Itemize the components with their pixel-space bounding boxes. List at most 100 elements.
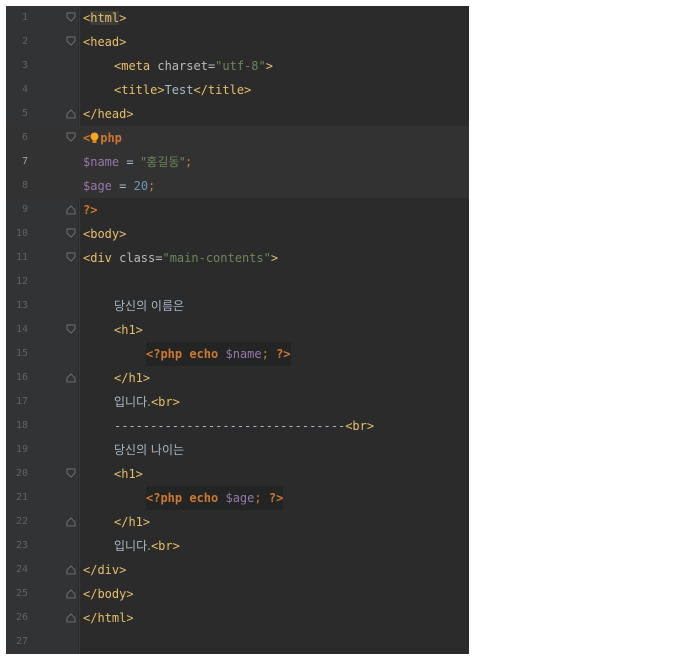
line-number: 16 bbox=[15, 372, 28, 383]
line-number: 22 bbox=[15, 516, 28, 527]
php-close-tag: ?> bbox=[268, 491, 284, 505]
plain-text: 입니다. bbox=[114, 395, 151, 409]
plain-text: 당신의 이름은 bbox=[114, 299, 185, 313]
tag-bracket: > bbox=[265, 59, 273, 73]
code-line-15[interactable]: 15 <?php echo $name; ?> bbox=[6, 342, 469, 366]
tag-bracket: > bbox=[119, 11, 127, 25]
code-line-18[interactable]: 18 --------------------------------<br> bbox=[6, 414, 469, 438]
fold-open-icon[interactable] bbox=[66, 228, 76, 239]
line-number: 3 bbox=[21, 60, 28, 71]
attr-name: class bbox=[119, 251, 156, 265]
div-close-tag: </div> bbox=[83, 563, 127, 577]
code-line-14[interactable]: 14 <h1> bbox=[6, 318, 469, 342]
code-line-21[interactable]: 21 <?php echo $age; ?> bbox=[6, 486, 469, 510]
fold-open-icon[interactable] bbox=[66, 324, 76, 335]
code-line-1[interactable]: 1 <html> bbox=[6, 6, 469, 30]
h1-open-tag: <h1> bbox=[114, 467, 143, 481]
code-line-12[interactable]: 12 bbox=[6, 270, 469, 294]
fold-open-icon[interactable] bbox=[66, 132, 76, 143]
code-line-22[interactable]: 22 </h1> bbox=[6, 510, 469, 534]
semicolon: ; bbox=[254, 491, 269, 505]
line-number: 5 bbox=[21, 108, 28, 119]
fold-close-icon[interactable] bbox=[66, 612, 76, 623]
line-number: 10 bbox=[15, 228, 28, 239]
code-line-13[interactable]: 13 당신의 이름은 bbox=[6, 294, 469, 318]
code-line-9[interactable]: 9 ?> bbox=[6, 198, 469, 222]
fold-close-icon[interactable] bbox=[66, 108, 76, 119]
fold-close-icon[interactable] bbox=[66, 588, 76, 599]
variable-name: $name bbox=[225, 347, 262, 361]
echo-keyword: echo bbox=[182, 347, 226, 361]
line-number: 14 bbox=[15, 324, 28, 335]
code-line-4[interactable]: 4 <title>Test</title> bbox=[6, 78, 469, 102]
body-open-tag: <body> bbox=[83, 227, 127, 241]
code-line-20[interactable]: 20 <h1> bbox=[6, 462, 469, 486]
fold-close-icon[interactable] bbox=[66, 564, 76, 575]
line-number: 2 bbox=[21, 36, 28, 47]
line-number: 13 bbox=[15, 300, 28, 311]
fold-open-icon[interactable] bbox=[66, 36, 76, 47]
h1-close-tag: </h1> bbox=[114, 515, 151, 529]
assign-operator: = bbox=[119, 155, 141, 169]
title-open-tag: <title> bbox=[114, 83, 165, 97]
code-line-17[interactable]: 17 입니다.<br> bbox=[6, 390, 469, 414]
code-line-19[interactable]: 19 당신의 나이는 bbox=[6, 438, 469, 462]
line-number: 4 bbox=[21, 84, 28, 95]
line-number: 20 bbox=[15, 468, 28, 479]
tag-bracket: > bbox=[270, 251, 279, 265]
code-line-7[interactable]: 7 $name = "홍길동"; bbox=[6, 150, 469, 174]
code-line-23[interactable]: 23 입니다.<br> bbox=[6, 534, 469, 558]
h1-close-tag: </h1> bbox=[114, 371, 151, 385]
code-editor[interactable]: 1 <html> 2 <head> 3 <meta charset="utf-8… bbox=[6, 6, 469, 654]
fold-open-icon[interactable] bbox=[66, 12, 76, 23]
code-line-11[interactable]: 11 <div class="main-contents"> bbox=[6, 246, 469, 270]
attr-value: "utf-8" bbox=[215, 59, 266, 73]
h1-open-tag: <h1> bbox=[114, 323, 143, 337]
fold-close-icon[interactable] bbox=[66, 516, 76, 527]
fold-open-icon[interactable] bbox=[66, 252, 76, 263]
php-close-tag: ?> bbox=[276, 347, 291, 361]
code-line-27[interactable]: 27 bbox=[6, 630, 469, 654]
line-number: 12 bbox=[15, 276, 28, 287]
code-line-10[interactable]: 10 <body> bbox=[6, 222, 469, 246]
line-number: 21 bbox=[15, 492, 28, 503]
variable-name: $name bbox=[83, 155, 120, 169]
code-line-5[interactable]: 5 </head> bbox=[6, 102, 469, 126]
code-line-16[interactable]: 16 </h1> bbox=[6, 366, 469, 390]
fold-open-icon[interactable] bbox=[66, 468, 76, 479]
lightbulb-icon[interactable] bbox=[90, 132, 99, 144]
html-close-tag: </html> bbox=[83, 611, 134, 625]
string-literal: "홍길동" bbox=[140, 155, 185, 169]
line-number: 8 bbox=[21, 180, 28, 191]
code-line-24[interactable]: 24 </div> bbox=[6, 558, 469, 582]
line-number: 27 bbox=[15, 636, 28, 647]
line-number: 6 bbox=[21, 132, 28, 143]
head-close-tag: </head> bbox=[83, 107, 134, 121]
plain-text: 당신의 나이는 bbox=[114, 443, 185, 457]
code-line-6[interactable]: 6 < php bbox=[6, 126, 469, 150]
dash-separator-text: -------------------------------- bbox=[114, 419, 346, 433]
code-line-3[interactable]: 3 <meta charset="utf-8"> bbox=[6, 54, 469, 78]
line-number: 17 bbox=[15, 396, 28, 407]
code-line-26[interactable]: 26 </html> bbox=[6, 606, 469, 630]
fold-close-icon[interactable] bbox=[66, 204, 76, 215]
line-number: 1 bbox=[21, 12, 28, 23]
body-close-tag: </body> bbox=[83, 587, 134, 601]
meta-tag: <meta bbox=[114, 59, 158, 73]
line-number: 9 bbox=[21, 204, 28, 215]
number-literal: 20 bbox=[133, 179, 149, 193]
code-line-2[interactable]: 2 <head> bbox=[6, 30, 469, 54]
code-line-8[interactable]: 8 $age = 20; bbox=[6, 174, 469, 198]
br-tag: <br> bbox=[150, 539, 180, 553]
line-number: 19 bbox=[15, 444, 28, 455]
code-line-25[interactable]: 25 </body> bbox=[6, 582, 469, 606]
fold-close-icon[interactable] bbox=[66, 372, 76, 383]
php-open-tag: <?php bbox=[146, 347, 183, 361]
line-number: 18 bbox=[15, 420, 28, 431]
br-tag: <br> bbox=[150, 395, 180, 409]
line-number: 23 bbox=[15, 540, 28, 551]
line-number: 26 bbox=[15, 612, 28, 623]
semicolon: ; bbox=[148, 179, 156, 193]
line-number: 15 bbox=[15, 348, 28, 359]
line-number: 24 bbox=[15, 564, 28, 575]
